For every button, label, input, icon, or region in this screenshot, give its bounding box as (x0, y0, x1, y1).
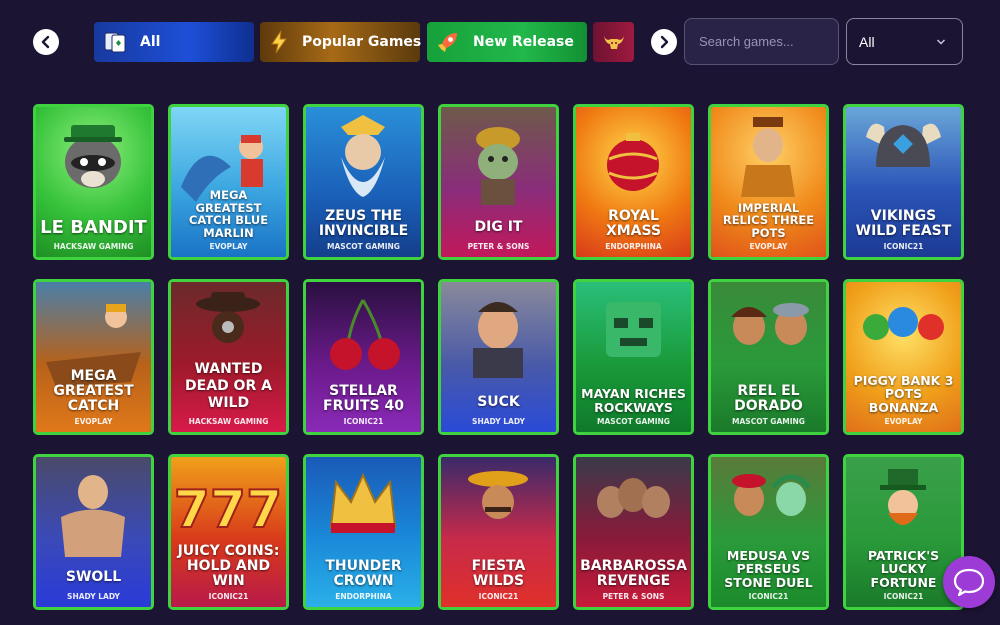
game-provider: PETER & SONS (467, 242, 530, 251)
game-card[interactable]: BARBAROSSA REVENGE PETER & SONS (573, 454, 694, 610)
game-title: PATRICK'S LUCKY FORTUNE (867, 547, 940, 590)
tab-more[interactable] (593, 22, 634, 62)
game-provider: ENDORPHINA (335, 592, 392, 601)
game-card[interactable]: SWOLL SHADY LADY (33, 454, 154, 610)
game-card[interactable]: FIESTA WILDS ICONIC21 (438, 454, 559, 610)
filter-selected-value: All (859, 33, 875, 50)
game-card[interactable]: DIG IT PETER & SONS (438, 104, 559, 260)
game-title: PIGGY BANK 3 POTS BONANZA (853, 372, 954, 415)
game-provider: SHADY LADY (67, 592, 120, 601)
game-title: ROYAL XMASS (605, 208, 662, 239)
game-provider: ICONIC21 (208, 592, 249, 601)
tab-new-release[interactable]: New Release (427, 22, 587, 62)
game-provider: ICONIC21 (478, 592, 519, 601)
game-title: MEDUSA VS PERSEUS STONE DUEL (724, 547, 813, 590)
chat-support-button[interactable] (943, 556, 995, 608)
game-provider: ICONIC21 (343, 417, 384, 426)
game-provider: ICONIC21 (883, 242, 924, 251)
game-provider: EVOPLAY (74, 417, 113, 426)
game-title: ZEUS THE INVINCIBLE (318, 208, 409, 239)
game-title: DIG IT (474, 219, 523, 235)
bull-icon (599, 27, 629, 57)
game-title: THUNDER CROWN (325, 558, 402, 589)
game-title: MEGA GREATEST CATCH (53, 368, 134, 414)
svg-text:777: 777 (174, 480, 283, 540)
game-card[interactable]: MEDUSA VS PERSEUS STONE DUEL ICONIC21 (708, 454, 829, 610)
game-card[interactable]: STELLAR FRUITS 40 ICONIC21 (303, 279, 424, 435)
game-card[interactable]: MAYAN RICHES ROCKWAYS MASCOT GAMING (573, 279, 694, 435)
game-provider: EVOPLAY (749, 242, 788, 251)
chevron-left-icon (41, 35, 50, 49)
game-title: SWOLL (65, 569, 122, 585)
game-card[interactable]: MEGA GREATEST CATCH EVOPLAY (33, 279, 154, 435)
game-provider: HACKSAW GAMING (53, 242, 134, 251)
provider-filter-select[interactable]: All (846, 18, 963, 65)
game-title: BARBAROSSA REVENGE (580, 558, 687, 589)
game-provider: MASCOT GAMING (732, 417, 805, 426)
game-provider: MASCOT GAMING (597, 417, 670, 426)
game-card[interactable]: PIGGY BANK 3 POTS BONANZA EVOPLAY (843, 279, 964, 435)
game-title: STELLAR FRUITS 40 (323, 383, 404, 414)
chevron-down-icon (937, 39, 945, 44)
tab-label: All (140, 34, 161, 50)
game-title: VIKINGS WILD FEAST (855, 208, 952, 239)
chat-bubble-icon (953, 568, 985, 597)
game-provider: MASCOT GAMING (327, 242, 400, 251)
lightning-icon (266, 27, 292, 57)
game-card[interactable]: ROYAL XMASS ENDORPHINA (573, 104, 694, 260)
tab-all[interactable]: All (94, 22, 254, 62)
game-card[interactable]: WANTED DEAD OR A WILD HACKSAW GAMING (168, 279, 289, 435)
game-card[interactable]: MEGA GREATEST CATCH BLUE MARLIN EVOPLAY (168, 104, 289, 260)
game-card[interactable]: SUCK SHADY LADY (438, 279, 559, 435)
scroll-right-button[interactable] (651, 29, 677, 55)
game-provider: SHADY LADY (472, 417, 525, 426)
game-title: LE BANDIT (40, 217, 147, 238)
game-title: IMPERIAL RELICS THREE POTS (722, 200, 815, 240)
game-provider: HACKSAW GAMING (188, 417, 269, 426)
search-box (684, 18, 839, 65)
tab-popular-games[interactable]: Popular Games (260, 22, 422, 62)
game-title: SUCK (477, 394, 520, 410)
game-title: JUICY COINS: HOLD AND WIN (177, 543, 280, 589)
game-title: MEGA GREATEST CATCH BLUE MARLIN (188, 188, 269, 240)
game-card[interactable]: IMPERIAL RELICS THREE POTS EVOPLAY (708, 104, 829, 260)
top-bar: All Popular Games New Release All (0, 0, 1000, 84)
game-title: MAYAN RICHES ROCKWAYS (581, 386, 686, 415)
game-provider: ENDORPHINA (605, 242, 662, 251)
game-provider: ICONIC21 (748, 592, 789, 601)
game-provider: ICONIC21 (883, 592, 924, 601)
game-card[interactable]: 777 JUICY COINS: HOLD AND WIN ICONIC21 (168, 454, 289, 610)
games-grid: LE BANDIT HACKSAW GAMING MEGA GREATEST C… (33, 104, 964, 610)
game-provider: EVOPLAY (209, 242, 248, 251)
game-card[interactable]: ZEUS THE INVINCIBLE MASCOT GAMING (303, 104, 424, 260)
game-title: REEL EL DORADO (734, 383, 803, 414)
tab-label: Popular Games (302, 34, 422, 50)
game-provider: EVOPLAY (884, 417, 923, 426)
game-provider: PETER & SONS (602, 592, 665, 601)
game-card[interactable]: VIKINGS WILD FEAST ICONIC21 (843, 104, 964, 260)
game-title: WANTED DEAD OR A WILD (185, 361, 272, 411)
search-input[interactable] (699, 34, 829, 49)
game-card[interactable]: LE BANDIT HACKSAW GAMING (33, 104, 154, 260)
cards-icon (100, 27, 130, 57)
scroll-left-button[interactable] (33, 29, 59, 55)
rocket-icon (433, 27, 463, 57)
game-card[interactable]: THUNDER CROWN ENDORPHINA (303, 454, 424, 610)
chevron-right-icon (660, 35, 669, 49)
tab-label: New Release (473, 34, 574, 50)
game-card[interactable]: REEL EL DORADO MASCOT GAMING (708, 279, 829, 435)
category-tabs: All Popular Games New Release (94, 22, 634, 62)
game-title: FIESTA WILDS (471, 558, 526, 589)
